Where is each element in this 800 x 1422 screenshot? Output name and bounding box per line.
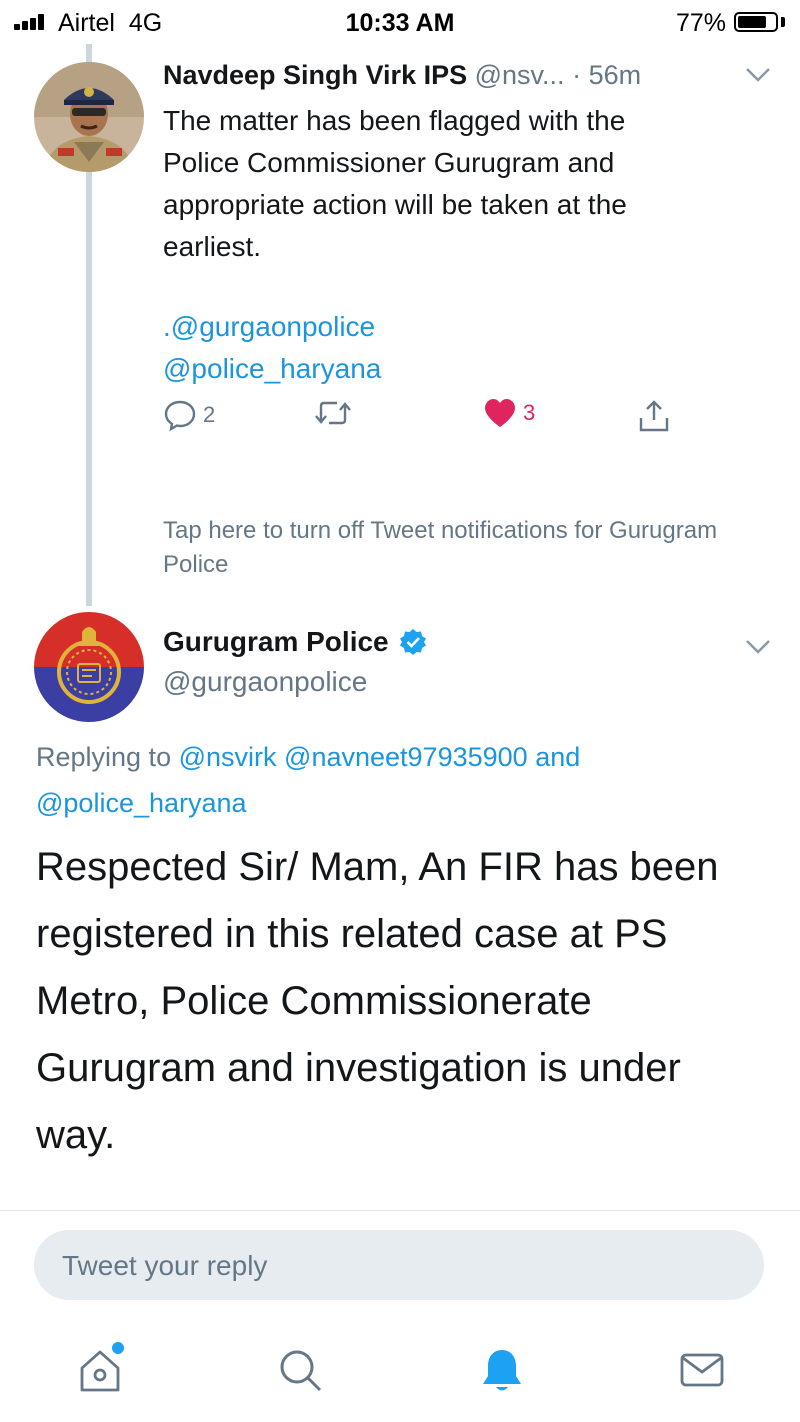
avatar-gurugram-police[interactable] xyxy=(34,612,144,722)
mention-nsvirk[interactable]: @nsvirk xyxy=(179,742,277,772)
battery-tip xyxy=(781,17,785,27)
tweet1-handle[interactable]: @nsv... xyxy=(475,60,565,90)
notifications-icon[interactable] xyxy=(474,1342,530,1398)
replying-prefix: Replying to xyxy=(36,742,172,772)
mention-navneet[interactable]: @navneet97935900 xyxy=(284,742,528,772)
messages-icon[interactable] xyxy=(674,1342,730,1398)
tweet1-text: The matter has been flagged with the Pol… xyxy=(163,105,627,262)
battery-percent: 77% xyxy=(675,9,726,37)
composer-divider xyxy=(0,1210,800,1211)
mention-police-haryana[interactable]: @police_haryana xyxy=(163,348,381,390)
tweet1-time: · 56m xyxy=(572,60,642,90)
tweet1-actions: 2 3 xyxy=(163,398,723,440)
tweet1-header: Navdeep Singh Virk IPS @nsv... · 56m xyxy=(163,60,641,91)
tweet1-mentions: .@gurgaonpolice @police_haryana xyxy=(163,306,381,390)
replying-and[interactable]: and xyxy=(535,742,580,772)
share-icon xyxy=(639,400,669,432)
search-icon[interactable] xyxy=(272,1342,328,1398)
status-bar: Airtel 4G 10:33 AM 77% xyxy=(0,0,800,44)
share-action[interactable] xyxy=(637,398,671,434)
reply-action[interactable]: 2 xyxy=(163,398,215,432)
tweet2-text: Respected Sir/ Mam, An FIR has been regi… xyxy=(36,845,719,1157)
like-action[interactable]: 3 xyxy=(483,398,535,428)
reply-placeholder: Tweet your reply xyxy=(62,1250,268,1281)
avatar-navdeep[interactable] xyxy=(34,62,144,172)
police-emblem-logo xyxy=(34,612,144,722)
like-count: 3 xyxy=(523,400,536,425)
tweet-notification-toggle[interactable]: Tap here to turn off Tweet notifications… xyxy=(163,514,763,582)
tweet2-handle[interactable]: @gurgaonpolice xyxy=(163,666,367,698)
retweet-icon xyxy=(315,401,351,425)
reply-input[interactable]: Tweet your reply xyxy=(34,1230,764,1300)
reply-icon xyxy=(164,400,196,432)
tweet1-chevron-down-icon[interactable] xyxy=(744,66,772,84)
officer-portrait-image xyxy=(34,62,144,172)
tweet2-chevron-down-icon[interactable] xyxy=(744,638,772,656)
retweet-action[interactable] xyxy=(313,398,353,428)
bottom-tab-bar xyxy=(0,1330,800,1410)
mention-gurgaonpolice[interactable]: .@gurgaonpolice xyxy=(163,306,381,348)
verified-badge-icon xyxy=(399,629,426,655)
reply-count: 2 xyxy=(203,402,216,427)
heart-icon xyxy=(485,399,515,427)
tweet1-author-name[interactable]: Navdeep Singh Virk IPS xyxy=(163,60,467,90)
battery-fill xyxy=(738,16,766,28)
home-icon[interactable] xyxy=(72,1342,128,1398)
mention-police-haryana-2[interactable]: @police_haryana xyxy=(36,788,247,818)
tweet2-author-name[interactable]: Gurugram Police xyxy=(163,626,427,658)
battery-icon xyxy=(734,12,778,32)
replying-to: Replying to @nsvirk @navneet97935900 and… xyxy=(36,734,756,826)
